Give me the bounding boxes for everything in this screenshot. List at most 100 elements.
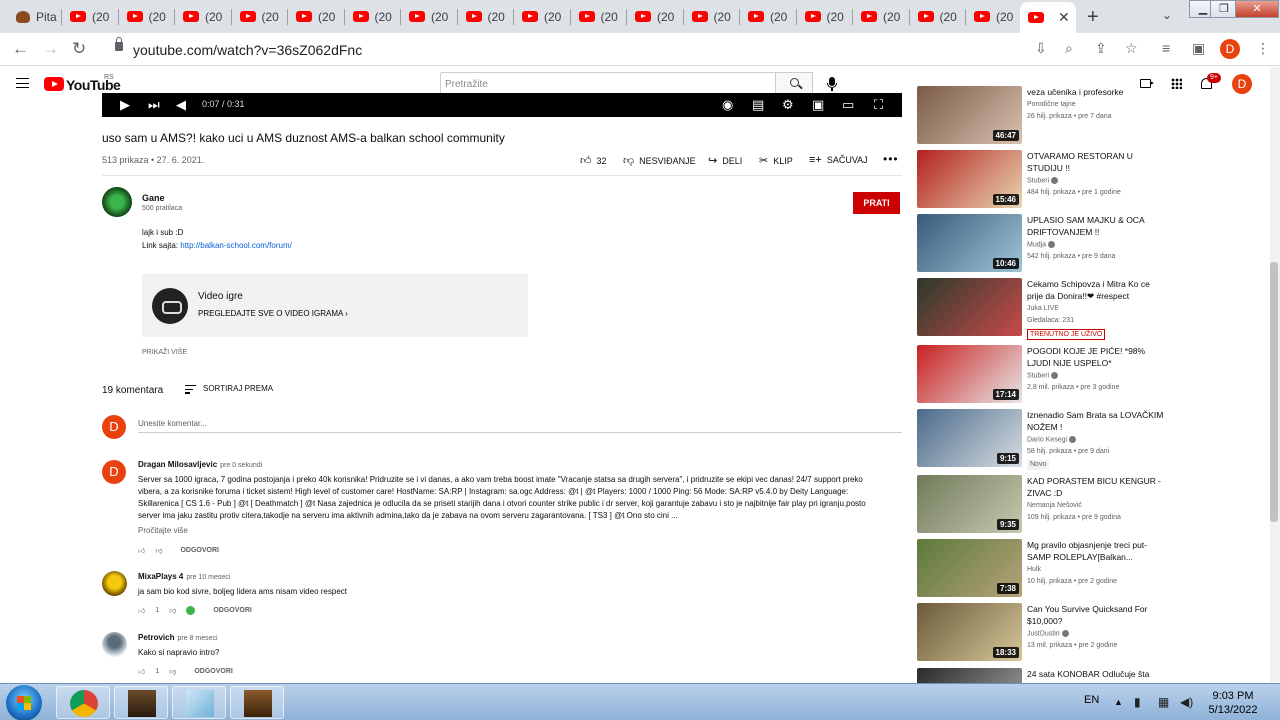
recommended-video-title[interactable]: 24 sata KONOBAR Odlučuje šta (1027, 668, 1167, 680)
recommended-video-title[interactable]: Iznenadio Sam Brata sa LOVAČKIM NOŽEM ! (1027, 409, 1167, 433)
recommended-channel[interactable]: Juka LIVE (1027, 305, 1059, 312)
language-indicator[interactable]: EN (1084, 694, 1099, 706)
recommended-channel[interactable]: Nemanja Nešović (1027, 502, 1082, 509)
tab-youtube[interactable]: (20 (573, 0, 629, 33)
tab-youtube[interactable]: (20 (912, 0, 968, 33)
browser-menu-icon[interactable]: ⋮ (1256, 40, 1270, 57)
apps-grid-icon[interactable] (1171, 78, 1182, 89)
tray-device-icon[interactable]: ▮ (1134, 695, 1141, 709)
system-clock[interactable]: 9:03 PM 5/13/2022 (1205, 689, 1261, 717)
video-thumbnail[interactable]: 46:47 (917, 86, 1022, 144)
taskbar-game-1[interactable] (114, 686, 168, 719)
recommended-channel[interactable]: Mudja (1027, 241, 1056, 248)
recommended-channel[interactable]: Dario Kesegi (1027, 436, 1077, 443)
bookmark-star-icon[interactable]: ☆ (1125, 40, 1138, 57)
thumbs-down-icon[interactable]: 👎︎ (169, 606, 176, 615)
fullscreen-icon[interactable]: ⛶ (874, 97, 883, 113)
autoplay-toggle-icon[interactable]: ◉ (722, 97, 733, 113)
taskbar-notepad[interactable] (172, 686, 226, 719)
reading-list-icon[interactable]: ≡ (1162, 40, 1170, 56)
zoom-icon[interactable]: ⌕ (1065, 40, 1073, 57)
tab-youtube[interactable]: (20 (234, 0, 290, 33)
channel-avatar[interactable] (102, 187, 132, 217)
video-thumbnail[interactable] (917, 278, 1022, 336)
network-icon[interactable]: ▦ (1158, 695, 1169, 709)
recommended-channel[interactable]: Stuberi (1027, 372, 1059, 379)
recommended-channel[interactable]: JustDustin (1027, 630, 1069, 637)
comment-author[interactable]: MixaPlays 4 pre 10 meseci (138, 572, 230, 581)
video-thumbnail[interactable]: 9:35 (917, 475, 1022, 533)
tab-youtube[interactable]: (20 (290, 0, 346, 33)
settings-gear-icon[interactable]: ⚙ (782, 97, 794, 113)
comment-author[interactable]: Dragan Milosavljevic pre 0 sekundi (138, 460, 262, 469)
tab-youtube[interactable]: (20 (460, 0, 516, 33)
youtube-logo-icon[interactable] (44, 77, 64, 91)
game-category-card[interactable]: Video igre PREGLEDAJTE SVE O VIDEO IGRAM… (142, 274, 528, 337)
subtitles-icon[interactable]: ▤ (752, 97, 764, 113)
channel-name[interactable]: Gane (142, 193, 165, 203)
next-icon[interactable]: ⏭ (148, 97, 160, 113)
thumbs-up-icon[interactable]: 👍︎ (138, 546, 145, 555)
side-panel-icon[interactable]: ▣ (1192, 40, 1205, 57)
tab-youtube[interactable]: (20 (742, 0, 798, 33)
read-more-link[interactable]: Pročitajte više (138, 526, 188, 535)
comment-author[interactable]: Petrovich pre 8 meseci (138, 633, 218, 642)
recommended-channel[interactable]: Porodične tajne (1027, 101, 1076, 108)
video-thumbnail[interactable]: 7:38 (917, 539, 1022, 597)
recommended-video[interactable]: 10:46 UPLASIO SAM MAJKU & OCA DRIFTOVANJE… (917, 214, 1167, 272)
tab-youtube[interactable]: (20 (347, 0, 403, 33)
recommended-video-title[interactable]: KAD PORASTEM BICU KENGUR - ZIVAC :D (1027, 475, 1167, 499)
recommended-channel[interactable]: Stuberi (1027, 177, 1059, 184)
reply-button[interactable]: ODGOVORI (194, 668, 233, 675)
tab-pita[interactable]: Pita (8, 0, 58, 33)
video-player-controls[interactable]: ▶ ⏭ ◀ 0:07 / 0:31 ◉ ▤ ⚙ ▣ ▭ ⛶ (102, 93, 902, 117)
taskbar-chrome[interactable] (56, 686, 110, 719)
window-close-button[interactable]: ✕ (1235, 0, 1279, 18)
recommended-video[interactable]: Cekamo Schipovza i Mitra Ko ce prije da … (917, 278, 1167, 340)
recommended-video[interactable]: 9:35 KAD PORASTEM BICU KENGUR - ZIVAC :D N… (917, 475, 1167, 533)
share-button[interactable]: ↪ DELI (708, 154, 742, 167)
recommended-video[interactable]: 9:15 Iznenadio Sam Brata sa LOVAČKIM NOŽE… (917, 409, 1167, 470)
recommended-video[interactable]: 15:46 OTVARAMO RESTORAN U STUDIJU !! Stube… (917, 150, 1167, 208)
recommended-video-title[interactable]: veza učenika i profesorke (1027, 86, 1167, 98)
comment-time[interactable]: pre 10 meseci (186, 574, 230, 581)
show-hidden-icons[interactable]: ▲ (1114, 697, 1123, 707)
theater-mode-icon[interactable]: ▭ (842, 97, 854, 113)
comment-avatar[interactable] (102, 632, 127, 657)
more-actions-icon[interactable]: ••• (883, 152, 899, 166)
tab-youtube[interactable]: (20 (629, 0, 685, 33)
reply-button[interactable]: ODGOVORI (180, 547, 219, 554)
recommended-video[interactable]: 18:33 Can You Survive Quicksand For $10,0… (917, 603, 1167, 661)
dislike-button[interactable]: 👎︎ NESVIĐANJE (623, 154, 696, 167)
menu-icon[interactable] (16, 78, 29, 88)
tab-youtube[interactable]: (20 (799, 0, 855, 33)
recommended-video-title[interactable]: Can You Survive Quicksand For $10,000? (1027, 603, 1167, 627)
comment-input[interactable] (138, 415, 902, 433)
taskbar-game-2[interactable] (230, 686, 284, 719)
forward-arrow-icon[interactable]: → (42, 39, 59, 59)
tab-search-icon[interactable]: ⌄ (1162, 8, 1172, 22)
subscribe-button[interactable]: PRATI (853, 192, 900, 214)
recommended-video-title[interactable]: OTVARAMO RESTORAN U STUDIJU !! (1027, 150, 1167, 174)
thumbs-up-icon[interactable]: 👍︎ (138, 606, 145, 615)
video-thumbnail[interactable]: 10:46 (917, 214, 1022, 272)
tab-youtube[interactable]: (20 (121, 0, 177, 33)
reply-button[interactable]: ODGOVORI (213, 607, 252, 614)
microphone-icon[interactable] (827, 77, 837, 91)
tab-youtube[interactable]: (20 (686, 0, 742, 33)
thumbs-up-icon[interactable]: 👍︎ (138, 667, 145, 676)
recommended-video[interactable]: 17:14 POGODI KOJE JE PIĆE! *98% LJUDI NIJ… (917, 345, 1167, 403)
comment-avatar[interactable] (102, 571, 127, 596)
tab-youtube[interactable]: (20 (516, 0, 572, 33)
back-arrow-icon[interactable]: ← (12, 39, 29, 59)
video-thumbnail[interactable]: 9:15 (917, 409, 1022, 467)
volume-icon[interactable]: ◀) (1180, 695, 1193, 709)
new-tab-button[interactable]: + (1087, 6, 1099, 29)
start-button[interactable] (6, 685, 42, 720)
tab-youtube[interactable]: (20 (855, 0, 911, 33)
sort-icon[interactable] (185, 385, 196, 394)
miniplayer-icon[interactable]: ▣ (812, 97, 824, 113)
tab-youtube[interactable]: (20 (403, 0, 459, 33)
tab-close-icon[interactable]: ✕ (1058, 9, 1070, 26)
clip-button[interactable]: ✂ KLIP (759, 154, 793, 167)
